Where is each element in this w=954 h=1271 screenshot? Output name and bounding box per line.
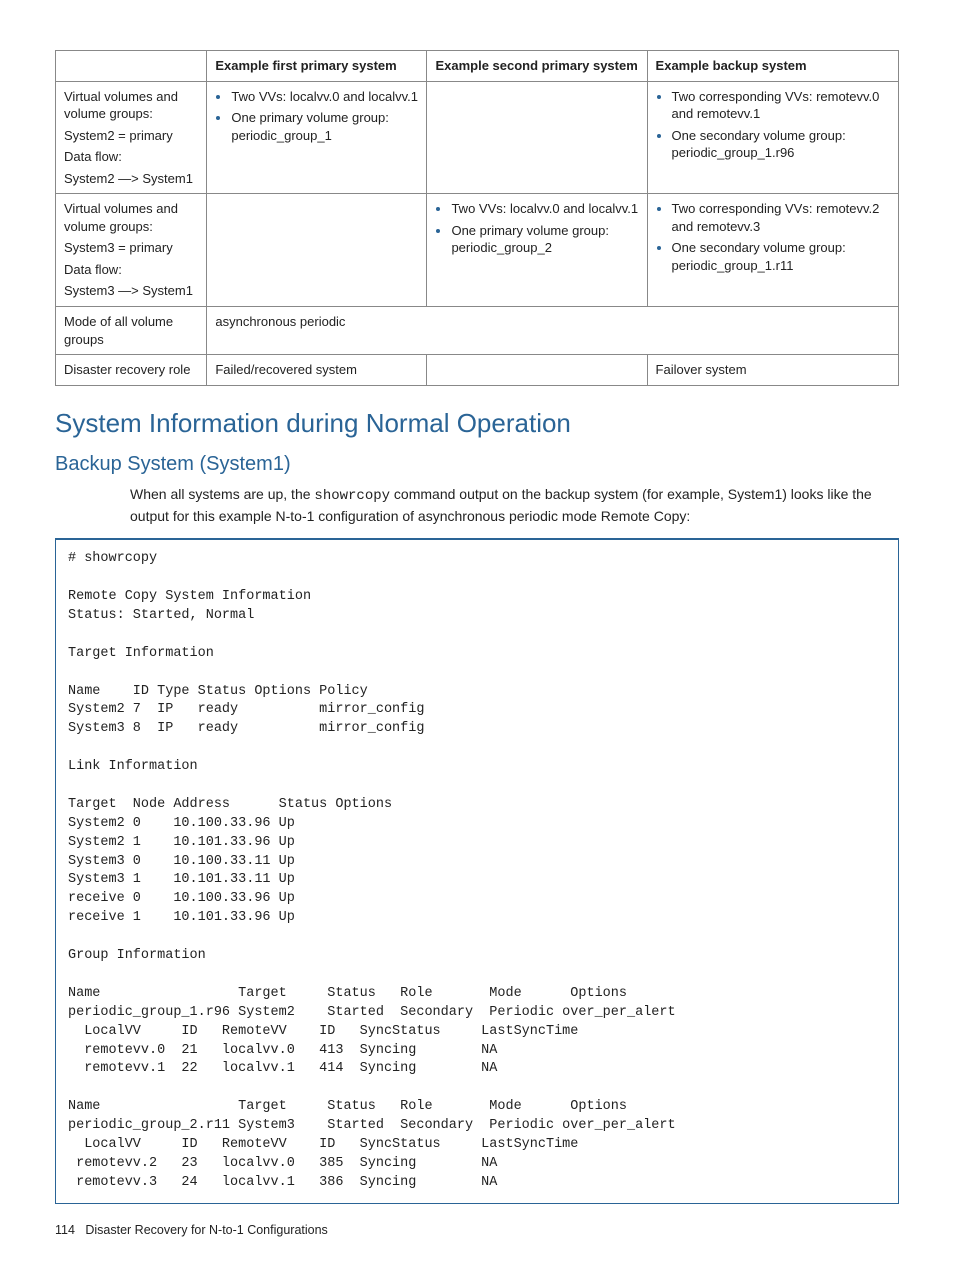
- th-first-primary: Example first primary system: [207, 51, 427, 82]
- intro-paragraph: When all systems are up, the showrcopy c…: [130, 484, 899, 527]
- table-row: Virtual volumes and volume groups: Syste…: [56, 194, 899, 307]
- row0-col3: Two corresponding VVs: remotevv.0 and re…: [647, 81, 898, 194]
- command-name: showrcopy: [314, 488, 390, 504]
- showrcopy-output: # showrcopy Remote Copy System Informati…: [55, 538, 899, 1203]
- th-blank: [56, 51, 207, 82]
- footer-title: Disaster Recovery for N-to-1 Configurati…: [85, 1223, 327, 1237]
- row1-col3: Two corresponding VVs: remotevv.2 and re…: [647, 194, 898, 307]
- row1-col1: [207, 194, 427, 307]
- row3-col3: Failover system: [647, 355, 898, 386]
- subsection-heading: Backup System (System1): [55, 451, 899, 478]
- row0-label: Virtual volumes and volume groups: Syste…: [56, 81, 207, 194]
- config-table: Example first primary system Example sec…: [55, 50, 899, 386]
- row1-label: Virtual volumes and volume groups: Syste…: [56, 194, 207, 307]
- table-row: Mode of all volume groups asynchronous p…: [56, 307, 899, 355]
- row1-col2: Two VVs: localvv.0 and localvv.1 One pri…: [427, 194, 647, 307]
- page-footer: 114 Disaster Recovery for N-to-1 Configu…: [55, 1222, 899, 1239]
- th-backup: Example backup system: [647, 51, 898, 82]
- row2-merged: asynchronous periodic: [207, 307, 899, 355]
- table-row: Disaster recovery role Failed/recovered …: [56, 355, 899, 386]
- th-second-primary: Example second primary system: [427, 51, 647, 82]
- row0-col1: Two VVs: localvv.0 and localvv.1 One pri…: [207, 81, 427, 194]
- row0-col2: [427, 81, 647, 194]
- section-heading: System Information during Normal Operati…: [55, 406, 899, 441]
- row2-label: Mode of all volume groups: [56, 307, 207, 355]
- row3-col1: Failed/recovered system: [207, 355, 427, 386]
- page-number: 114: [55, 1223, 75, 1237]
- row3-col2: [427, 355, 647, 386]
- table-row: Virtual volumes and volume groups: Syste…: [56, 81, 899, 194]
- row3-label: Disaster recovery role: [56, 355, 207, 386]
